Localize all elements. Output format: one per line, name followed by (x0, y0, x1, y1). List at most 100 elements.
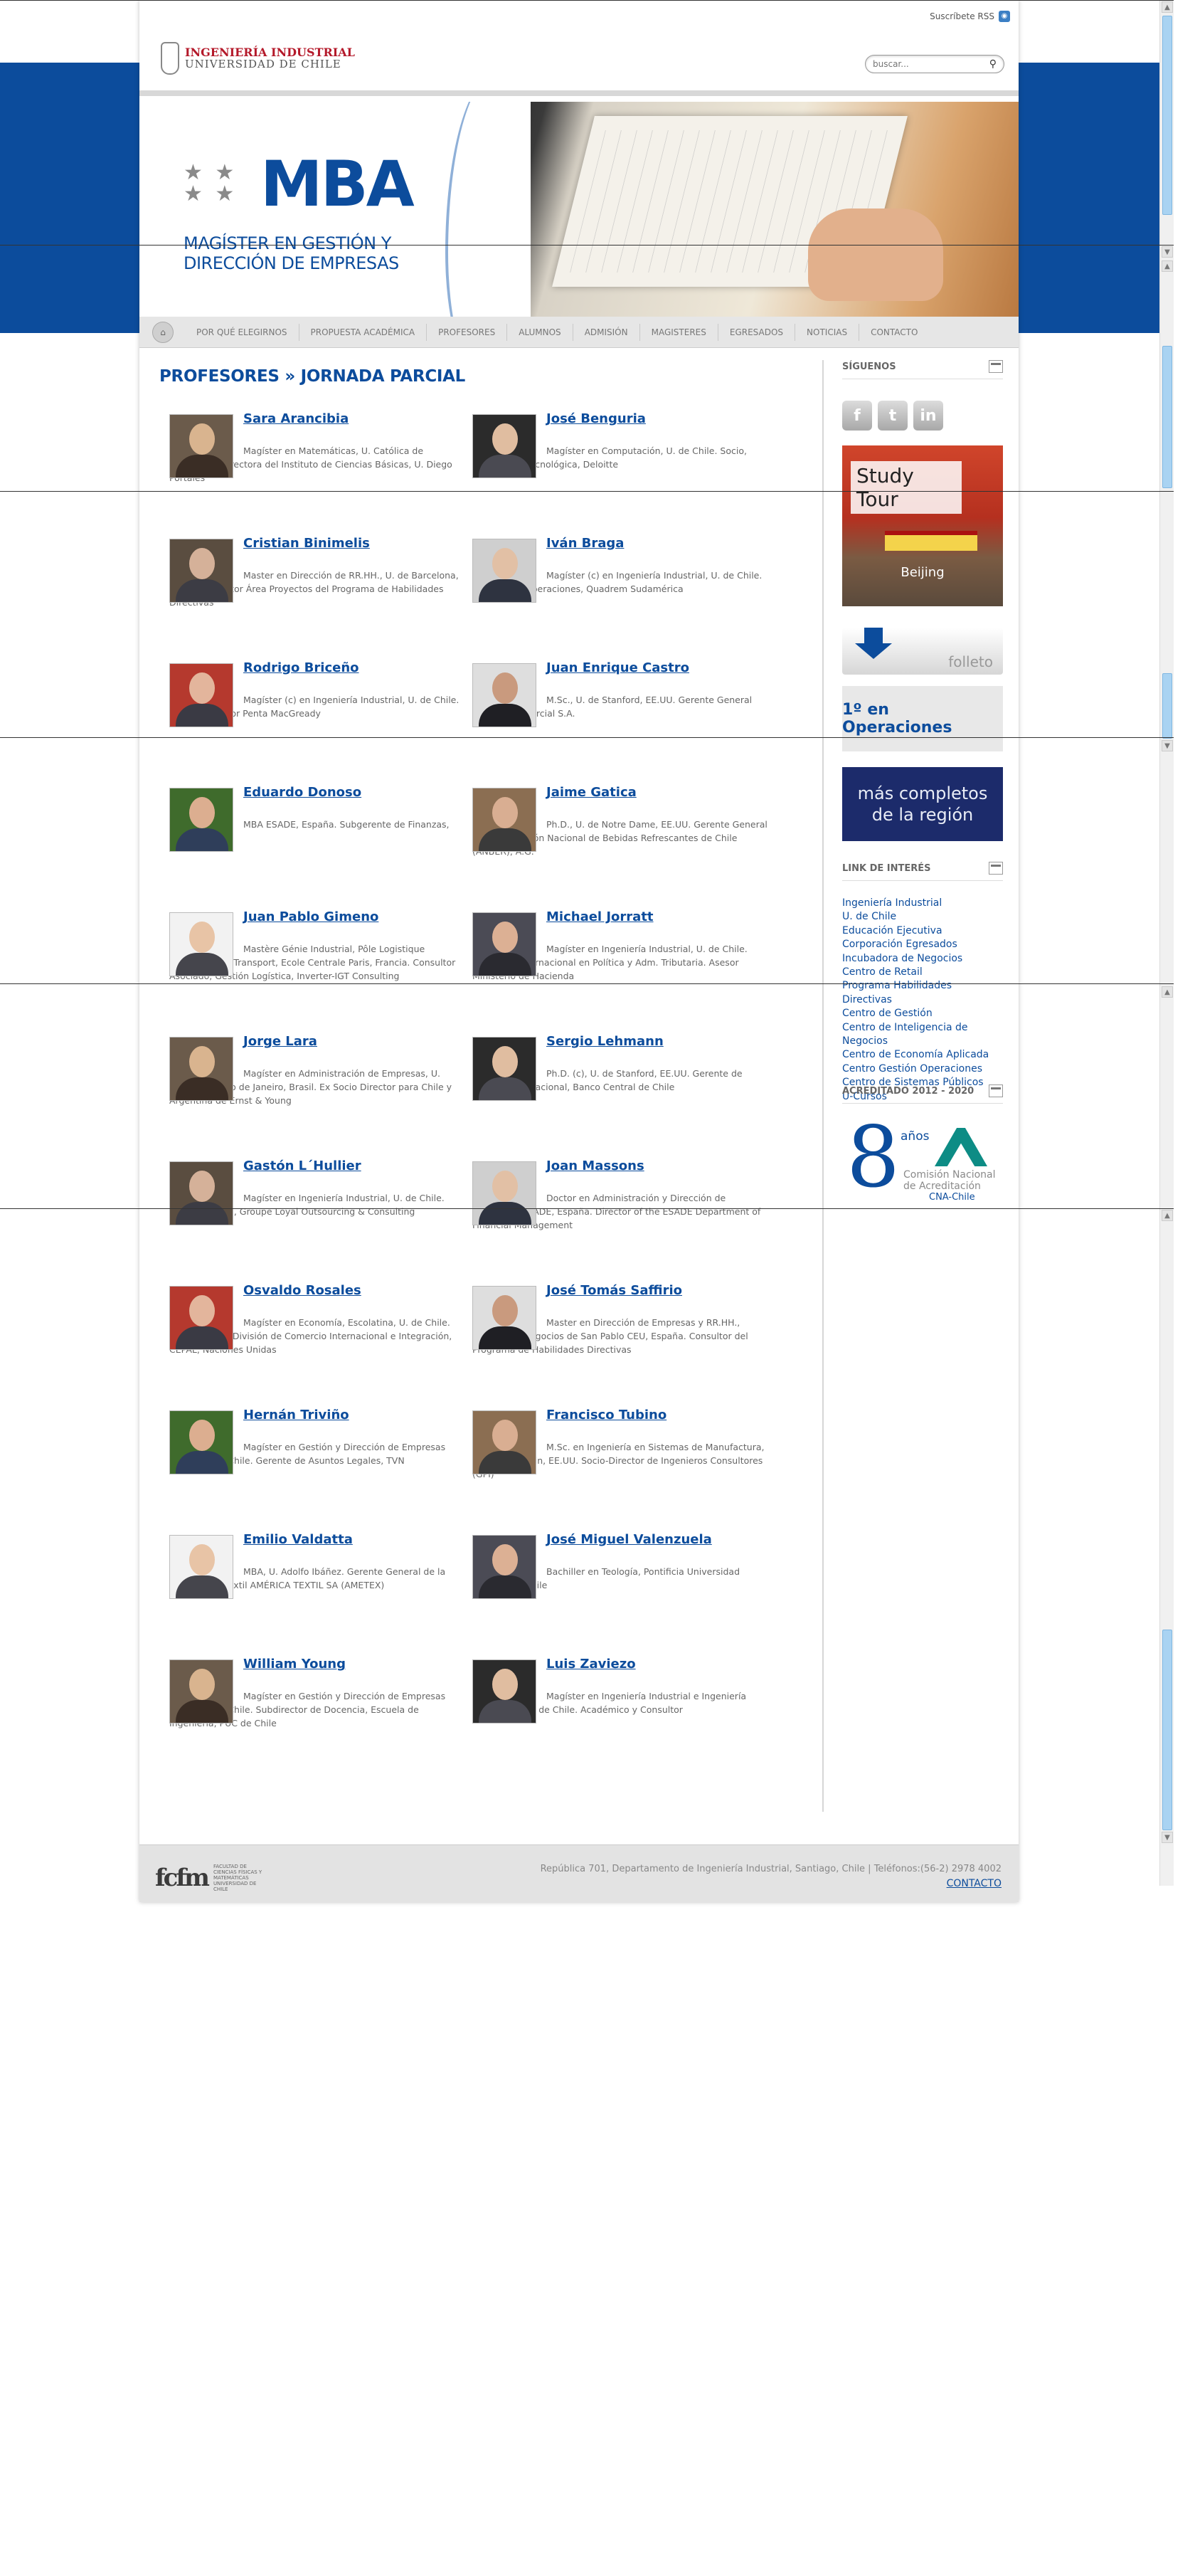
professor-name-link[interactable]: Michael Jorratt (546, 909, 654, 924)
professor-photo[interactable] (169, 1037, 233, 1101)
minimize-icon[interactable] (989, 1084, 1003, 1097)
professor-name-link[interactable]: Hernán Triviño (243, 1408, 349, 1422)
interest-link[interactable]: Corporación Egresados (842, 938, 1003, 951)
scroll-down-icon[interactable]: ▼ (1162, 1832, 1173, 1843)
folleto-download-button[interactable]: folleto (842, 628, 1003, 675)
professor-name-link[interactable]: José Tomás Saffirio (546, 1283, 682, 1298)
search-input[interactable] (873, 59, 979, 69)
interest-link[interactable]: Centro de Economía Aplicada (842, 1048, 1003, 1062)
professor-photo[interactable] (169, 912, 233, 976)
interest-link[interactable]: Centro de Inteligencia de Negocios (842, 1021, 1003, 1049)
interest-link[interactable]: Centro de Retail (842, 966, 1003, 979)
university-logo[interactable]: INGENIERÍA INDUSTRIAL UNIVERSIDAD DE CHI… (161, 42, 355, 75)
scroll-up-icon[interactable]: ▲ (1162, 1210, 1173, 1221)
accreditation-years-label: años (901, 1129, 930, 1144)
twitter-icon[interactable]: t (878, 401, 908, 431)
professor-photo[interactable] (169, 1161, 233, 1225)
professor-photo[interactable] (169, 1535, 233, 1599)
interest-link[interactable]: Incubadora de Negocios (842, 952, 1003, 966)
professor-photo[interactable] (472, 1037, 536, 1101)
region-line2: de la región (871, 805, 974, 825)
scroll-up-icon[interactable]: ▲ (1162, 260, 1173, 272)
professor-name-link[interactable]: Juan Pablo Gimeno (243, 909, 378, 924)
scroll-thumb[interactable] (1162, 1630, 1172, 1830)
linkedin-icon[interactable]: in (913, 401, 943, 431)
professor-photo[interactable] (169, 1286, 233, 1350)
nav-item-propuesta-academica[interactable]: PROPUESTA ACADÉMICA (299, 323, 427, 341)
professor-photo[interactable] (169, 663, 233, 727)
professor-photo[interactable] (472, 788, 536, 852)
professor-photo[interactable] (472, 1161, 536, 1225)
scroll-thumb[interactable] (1162, 673, 1172, 739)
fcfm-logo[interactable]: fcfm FACULTAD DE CIENCIAS FÍSICAS Y MATE… (155, 1864, 263, 1892)
minimize-icon[interactable] (989, 360, 1003, 373)
professor-name-link[interactable]: Rodrigo Briceño (243, 660, 359, 675)
ranking-region-banner[interactable]: más completos de la región (842, 767, 1003, 841)
frame-divider (0, 1208, 1174, 1209)
professor-card: Emilio Valdatta MBA, U. Adolfo Ibáñez. Ge… (169, 1529, 468, 1650)
professor-name-link[interactable]: Jaime Gatica (546, 785, 637, 800)
professor-name-link[interactable]: Joan Massons (546, 1158, 644, 1173)
scroll-up-icon[interactable]: ▲ (1162, 1, 1173, 13)
minimize-icon[interactable] (989, 862, 1003, 875)
professor-card: Gastón L´Hullier Magíster en Ingeniería I… (169, 1156, 468, 1277)
nav-item-admision[interactable]: ADMISIÓN (573, 323, 640, 341)
footer-contact-link[interactable]: CONTACTO (947, 1878, 1002, 1889)
professor-name-link[interactable]: William Young (243, 1657, 346, 1672)
rss-link[interactable]: Suscríbete RSS ◉ (930, 11, 1010, 22)
nav-item-magisteres[interactable]: MAGISTERES (640, 323, 718, 341)
professor-photo[interactable] (169, 414, 233, 478)
professor-name-link[interactable]: Gastón L´Hullier (243, 1158, 361, 1173)
professor-photo[interactable] (472, 1410, 536, 1474)
interest-link[interactable]: Ingeniería Industrial (842, 897, 1003, 910)
interest-link[interactable]: Centro Gestión Operaciones (842, 1062, 1003, 1076)
scroll-thumb[interactable] (1162, 16, 1172, 215)
professor-name-link[interactable]: Osvaldo Rosales (243, 1283, 361, 1298)
interest-link[interactable]: Educación Ejecutiva (842, 924, 1003, 938)
professor-photo[interactable] (169, 1410, 233, 1474)
professor-name-link[interactable]: Francisco Tubino (546, 1408, 666, 1422)
scrollbar[interactable]: ▲ ▼ ▲ ▼ ▲ ▲ ▼ (1159, 0, 1174, 1886)
professor-photo[interactable] (472, 1535, 536, 1599)
professor-name-link[interactable]: Iván Braga (546, 536, 624, 551)
professor-name-link[interactable]: Sara Arancibia (243, 411, 349, 426)
scroll-down-icon[interactable]: ▼ (1162, 740, 1173, 751)
scroll-down-icon[interactable]: ▼ (1162, 246, 1173, 258)
home-icon[interactable]: ⌂ (152, 321, 174, 343)
professor-photo[interactable] (472, 539, 536, 603)
search-icon[interactable]: ⚲ (989, 58, 997, 70)
professor-name-link[interactable]: Luis Zaviezo (546, 1657, 636, 1672)
nav-item-noticias[interactable]: NOTICIAS (795, 323, 860, 341)
professor-photo[interactable] (472, 912, 536, 976)
professor-name-link[interactable]: Eduardo Donoso (243, 785, 361, 800)
professor-photo[interactable] (169, 788, 233, 852)
interest-link[interactable]: Centro de Gestión (842, 1007, 1003, 1020)
nav-item-contacto[interactable]: CONTACTO (859, 324, 929, 341)
study-tour-banner[interactable]: Study Tour Beijing (842, 445, 1003, 606)
nav-item-egresados[interactable]: EGRESADOS (718, 323, 796, 341)
nav-item-profesores[interactable]: PROFESORES (427, 323, 508, 341)
gate-roof-image (885, 531, 977, 551)
professor-photo[interactable] (472, 414, 536, 478)
facebook-icon[interactable]: f (842, 401, 872, 431)
professor-name-link[interactable]: Jorge Lara (243, 1034, 317, 1049)
professor-name-link[interactable]: José Miguel Valenzuela (546, 1532, 712, 1547)
scroll-thumb[interactable] (1162, 346, 1172, 488)
professor-photo[interactable] (169, 1659, 233, 1724)
professor-name-link[interactable]: José Benguria (546, 411, 646, 426)
professor-photo[interactable] (472, 1286, 536, 1350)
nav-item-alumnos[interactable]: ALUMNOS (507, 323, 573, 341)
banner-subtitle-line2: DIRECCIÓN DE EMPRESAS (184, 253, 399, 273)
professor-name-link[interactable]: Cristian Binimelis (243, 536, 370, 551)
professor-name-link[interactable]: Emilio Valdatta (243, 1532, 353, 1547)
nav-item-por-que-elegirnos[interactable]: POR QUÉ ELEGIRNOS (185, 323, 299, 341)
professor-photo[interactable] (472, 663, 536, 727)
professor-photo[interactable] (472, 1659, 536, 1724)
scroll-up-icon[interactable]: ▲ (1162, 986, 1173, 998)
accreditation-badge[interactable]: 8 años Comisión Nacional de Acreditación … (842, 1115, 1003, 1212)
professor-photo[interactable] (169, 539, 233, 603)
professor-name-link[interactable]: Sergio Lehmann (546, 1034, 664, 1049)
professor-name-link[interactable]: Juan Enrique Castro (546, 660, 689, 675)
ranking-operations-banner[interactable]: 1º en Operaciones (842, 686, 1003, 751)
interest-link[interactable]: U. de Chile (842, 910, 1003, 924)
